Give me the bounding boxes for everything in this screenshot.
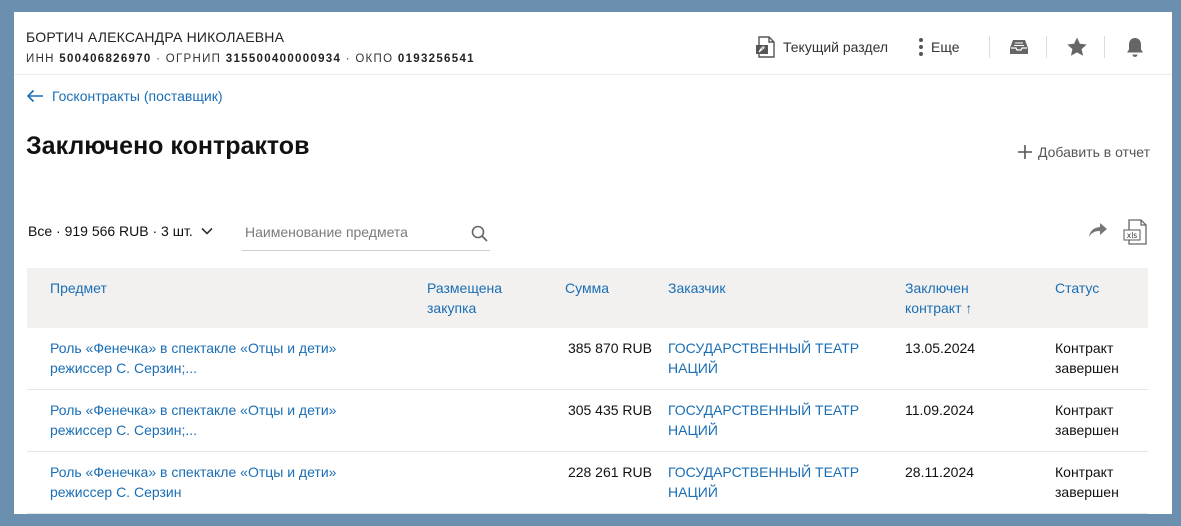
more-button[interactable]: Еще [917,36,960,58]
add-to-report-label: Добавить в отчет [1037,144,1150,160]
share-arrow-icon[interactable] [1088,222,1108,238]
contract-sum: 305 435 RUB [567,402,652,418]
notifications-button[interactable] [1125,36,1145,58]
ogrnip-value: 315500400000934 [225,53,342,65]
inn-label: ИНН [26,53,55,65]
current-section-label: Текущий раздел [783,39,889,55]
contract-status: Контракт завершен [1055,402,1119,438]
customer-link[interactable]: ГОСУДАРСТВЕННЫЙ ТЕАТР НАЦИЙ [668,400,888,440]
column-header-status[interactable]: Статус [1055,278,1140,298]
contracts-table: Предмет Размещена закупка Сумма Заказчик… [27,268,1148,514]
table-row: Роль «Фенечка» в спектакле «Отцы и дети»… [27,452,1148,514]
page-title: Заключено контрактов [26,132,310,160]
customer-link[interactable]: ГОСУДАРСТВЕННЫЙ ТЕАТР НАЦИЙ [668,462,888,502]
svg-text:xls: xls [1127,231,1138,240]
contract-date: 13.05.2024 [905,340,976,356]
company-name: БОРТИЧ АЛЕКСАНДРА НИКОЛАЕВНА [26,29,285,45]
okpo-label: ОКПО [355,53,394,65]
app-window: БОРТИЧ АЛЕКСАНДРА НИКОЛАЕВНА ИНН 5004068… [14,12,1172,514]
add-to-report-button[interactable]: Добавить в отчет [1017,144,1150,160]
customer-link[interactable]: ГОСУДАРСТВЕННЫЙ ТЕАТР НАЦИЙ [668,338,888,378]
search-icon[interactable] [471,225,488,242]
table-header: Предмет Размещена закупка Сумма Заказчик… [27,268,1148,328]
contract-sum: 385 870 RUB [567,340,652,356]
star-icon [1066,36,1088,58]
contract-date: 11.09.2024 [905,402,975,418]
column-header-customer[interactable]: Заказчик [668,278,888,298]
more-label: Еще [931,39,960,55]
table-row: Роль «Фенечка» в спектакле «Отцы и дети»… [27,328,1148,390]
plus-icon [1017,144,1033,160]
header-divider [1046,36,1047,58]
chevron-down-icon [201,227,213,235]
contract-subject-link[interactable]: Роль «Фенечка» в спектакле «Отцы и дети»… [50,338,380,378]
bell-icon [1125,36,1145,58]
subject-search-input[interactable] [242,216,460,248]
subject-search [242,216,490,251]
breadcrumb-label: Госконтракты (поставщик) [52,88,223,104]
header-divider [1104,36,1105,58]
filter-summary: Все · 919 566 RUB · 3 шт. [28,223,193,239]
column-header-subject[interactable]: Предмет [50,278,380,298]
pdf-icon [755,36,777,58]
okpo-value: 0193256541 [397,53,475,65]
contract-subject-link[interactable]: Роль «Фенечка» в спектакле «Отцы и дети»… [50,462,380,502]
arrow-left-icon [26,89,44,103]
header-divider [989,36,990,58]
column-header-date[interactable]: Заключен контракт ↑ [905,278,995,318]
contract-date: 28.11.2024 [905,464,975,480]
contract-status: Контракт завершен [1055,464,1119,500]
company-header: БОРТИЧ АЛЕКСАНДРА НИКОЛАЕВНА ИНН 5004068… [14,12,1172,75]
inbox-icon [1009,38,1029,56]
inbox-button[interactable] [1009,36,1029,58]
contracts-filter-dropdown[interactable]: Все · 919 566 RUB · 3 шт. [28,223,213,239]
ogrnip-label: ОГРНИП [165,53,222,65]
table-row: Роль «Фенечка» в спектакле «Отцы и дети»… [27,390,1148,452]
column-header-placed[interactable]: Размещена закупка [427,278,537,318]
company-identifiers: ИНН 500406826970 · ОГРНИП 31550040000093… [26,53,475,65]
contract-subject-link[interactable]: Роль «Фенечка» в спектакле «Отцы и дети»… [50,400,380,440]
xls-file-icon[interactable]: xls [1123,219,1147,245]
current-section-button[interactable]: Текущий раздел [755,36,888,58]
favorite-button[interactable] [1066,36,1088,58]
contract-status: Контракт завершен [1055,340,1119,376]
column-header-sum[interactable]: Сумма [565,278,666,298]
inn-value: 500406826970 [59,53,152,65]
more-vertical-icon [917,37,925,57]
contract-sum: 228 261 RUB [567,464,652,480]
breadcrumb[interactable]: Госконтракты (поставщик) [26,88,223,104]
